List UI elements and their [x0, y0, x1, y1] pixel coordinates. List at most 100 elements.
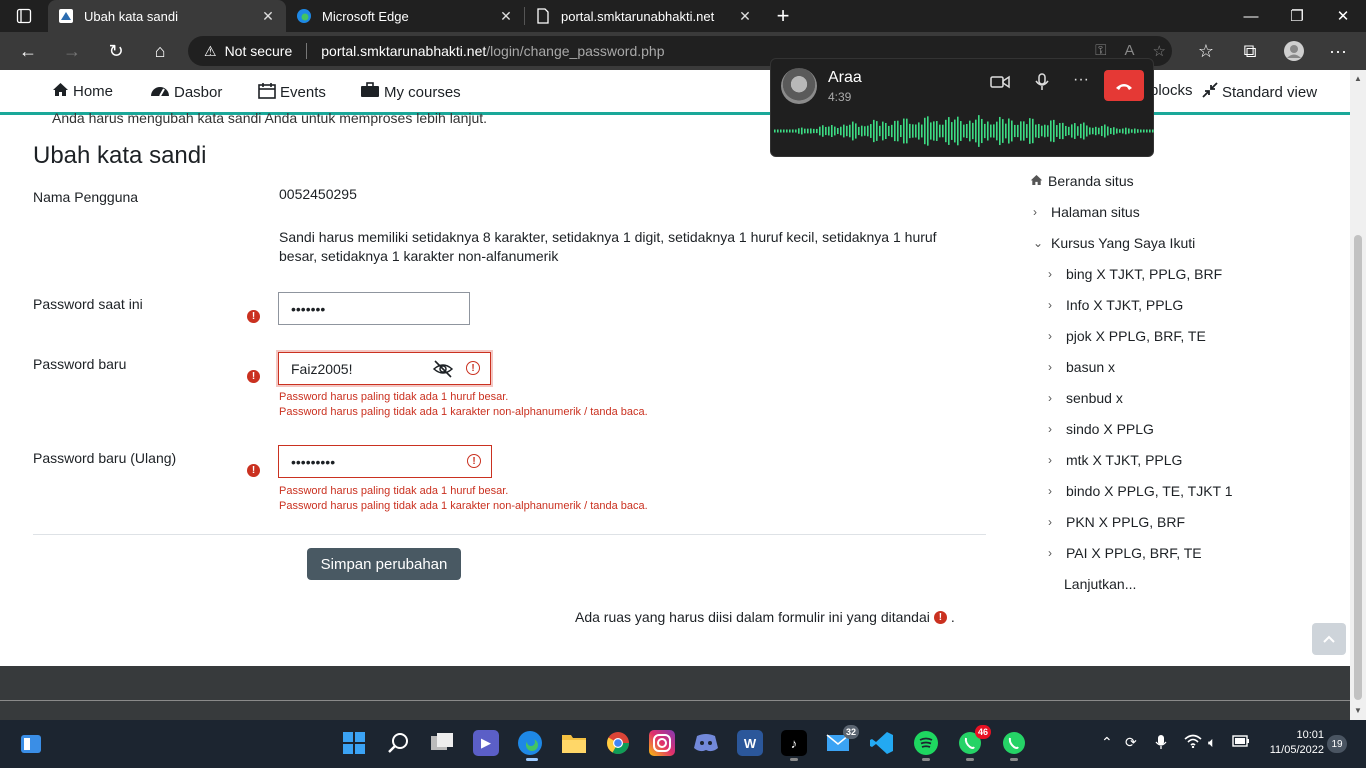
close-tab-icon[interactable]: ✕	[498, 8, 514, 25]
tab-actions-icon[interactable]	[0, 0, 48, 32]
tab-portal[interactable]: portal.smktarunabhakti.net ✕	[525, 0, 763, 32]
sidebar-course-item[interactable]: › bing X TJKT, PPLG, BRF	[1048, 266, 1222, 282]
sidebar-course-item[interactable]: › basun x	[1048, 359, 1115, 375]
repeat-password-input[interactable]: ••••••••• !	[278, 445, 492, 478]
file-explorer-icon[interactable]	[561, 730, 587, 756]
favorite-add-icon[interactable]: ☆	[1153, 42, 1166, 60]
tiktok-icon[interactable]: ♪	[781, 730, 807, 756]
vscode-icon[interactable]	[869, 730, 895, 756]
nav-my-courses[interactable]: My courses	[360, 82, 461, 102]
sync-icon[interactable]: ⟳	[1125, 734, 1137, 751]
toolbar-right: ☆ ⧉ ···	[1184, 35, 1360, 67]
profile-icon[interactable]	[1272, 35, 1316, 67]
whatsapp-icon[interactable]: 46	[957, 725, 991, 756]
tab-ubah-kata-sandi[interactable]: Ubah kata sandi ✕	[48, 0, 286, 32]
nav-events-label: Events	[280, 84, 326, 101]
nav-dashboard[interactable]: Dasbor	[150, 82, 222, 102]
notification-count[interactable]: 19	[1327, 735, 1347, 753]
microphone-icon[interactable]	[1035, 73, 1049, 96]
chrome-icon[interactable]	[605, 730, 631, 756]
restore-icon[interactable]: ❐	[1274, 0, 1320, 32]
volume-icon[interactable]: 🔈︎	[1208, 734, 1216, 751]
battery-icon[interactable]	[1232, 734, 1250, 750]
sidebar-course-item[interactable]: › Info X TJKT, PPLG	[1048, 297, 1183, 313]
widgets-icon[interactable]	[18, 731, 44, 757]
sidebar-more-link[interactable]: Lanjutkan...	[1064, 576, 1136, 592]
wifi-icon[interactable]	[1184, 734, 1202, 751]
more-menu-icon[interactable]: ···	[1316, 35, 1360, 67]
open-app-indicator	[1010, 758, 1018, 761]
end-call-button[interactable]	[1104, 70, 1144, 101]
audio-waveform	[774, 115, 1154, 147]
close-tab-icon[interactable]: ✕	[737, 8, 753, 25]
compress-icon	[1202, 82, 1218, 102]
current-password-label: Password saat ini	[33, 296, 143, 312]
chevron-right-icon: ›	[1048, 267, 1052, 281]
url-host: portal.smktarunabhakti.net	[321, 43, 487, 59]
sidebar-course-item[interactable]: › PKN X PPLG, BRF	[1048, 514, 1185, 530]
house-icon	[1030, 173, 1043, 189]
system-clock[interactable]: 10:01 11/05/2022	[1258, 728, 1324, 758]
search-icon[interactable]	[385, 730, 411, 756]
teams-chat-icon[interactable]: ▶	[473, 730, 499, 756]
call-more-icon[interactable]: ···	[1073, 71, 1089, 89]
nav-blocks[interactable]: blocks	[1150, 82, 1193, 99]
page-scrollbar[interactable]: ▲ ▼	[1350, 70, 1366, 720]
collections-icon[interactable]: ⧉	[1228, 35, 1272, 67]
nav-standard-view[interactable]: Standard view	[1202, 82, 1317, 102]
sidebar-site-pages-label: Halaman situs	[1051, 204, 1140, 220]
sidebar-item-home[interactable]: Beranda situs	[1030, 173, 1134, 189]
save-changes-button[interactable]: Simpan perubahan	[307, 548, 461, 580]
house-icon	[52, 82, 69, 101]
word-icon[interactable]: W	[737, 730, 763, 756]
sidebar-item-my-courses[interactable]: ⌄ Kursus Yang Saya Ikuti	[1033, 235, 1195, 251]
new-tab-icon[interactable]: +	[763, 0, 803, 32]
tab-label: Ubah kata sandi	[84, 8, 178, 24]
nav-dashboard-label: Dasbor	[174, 83, 223, 101]
sidebar-course-item[interactable]: › mtk X TJKT, PPLG	[1048, 452, 1182, 468]
mic-tray-icon[interactable]	[1155, 734, 1167, 753]
minimize-icon[interactable]: —	[1228, 0, 1274, 32]
course-label: senbud x	[1066, 390, 1123, 406]
sidebar-home-label: Beranda situs	[1048, 173, 1134, 189]
sidebar-course-item[interactable]: › senbud x	[1048, 390, 1123, 406]
sidebar-course-item[interactable]: › bindo X PPLG, TE, TJKT 1	[1048, 483, 1233, 499]
sidebar-course-item[interactable]: › PAI X PPLG, BRF, TE	[1048, 545, 1202, 561]
refresh-icon[interactable]: ↻	[94, 35, 138, 67]
close-window-icon[interactable]: ✕	[1320, 0, 1366, 32]
task-view-icon[interactable]	[429, 730, 455, 756]
scrollbar-thumb[interactable]	[1354, 235, 1362, 700]
sidebar-item-site-pages[interactable]: › Halaman situs	[1033, 204, 1140, 220]
video-icon[interactable]	[990, 75, 1010, 94]
active-app-indicator	[526, 758, 538, 761]
tray-chevron-icon[interactable]: ⌃	[1101, 734, 1113, 751]
instagram-icon[interactable]	[649, 730, 675, 756]
back-to-top-button[interactable]	[1312, 623, 1346, 655]
spotify-icon[interactable]	[913, 730, 939, 756]
scroll-down-icon[interactable]: ▼	[1354, 706, 1362, 715]
current-password-input[interactable]: •••••••	[278, 292, 470, 325]
tab-microsoft-edge[interactable]: Microsoft Edge ✕	[286, 0, 524, 32]
forward-icon[interactable]: →	[50, 35, 94, 67]
tab-label: Microsoft Edge	[322, 8, 409, 24]
sidebar-course-item[interactable]: › sindo X PPLG	[1048, 421, 1154, 437]
nav-home[interactable]: Home	[52, 82, 113, 101]
scroll-up-icon[interactable]: ▲	[1354, 74, 1362, 83]
nav-my-courses-label: My courses	[384, 83, 461, 101]
mail-icon[interactable]: 32	[825, 725, 859, 756]
footer-divider	[0, 700, 1350, 701]
discord-icon[interactable]	[693, 730, 719, 756]
username-value: 0052450295	[279, 186, 357, 202]
sidebar-course-item[interactable]: › pjok X PPLG, BRF, TE	[1048, 328, 1206, 344]
edge-taskbar-icon[interactable]	[517, 730, 543, 756]
back-icon[interactable]: ←	[6, 35, 50, 67]
hide-password-icon[interactable]	[432, 360, 454, 381]
new-password-input[interactable]: Faiz2005! !	[278, 352, 491, 385]
start-icon[interactable]	[341, 730, 367, 756]
close-tab-icon[interactable]: ✕	[260, 8, 276, 25]
whatsapp-desktop-icon[interactable]	[1001, 730, 1027, 756]
home-icon[interactable]: ⌂	[138, 35, 182, 67]
favorites-icon[interactable]: ☆	[1184, 35, 1228, 67]
nav-events[interactable]: Events	[258, 82, 326, 103]
security-label[interactable]: Not secure	[225, 43, 293, 59]
